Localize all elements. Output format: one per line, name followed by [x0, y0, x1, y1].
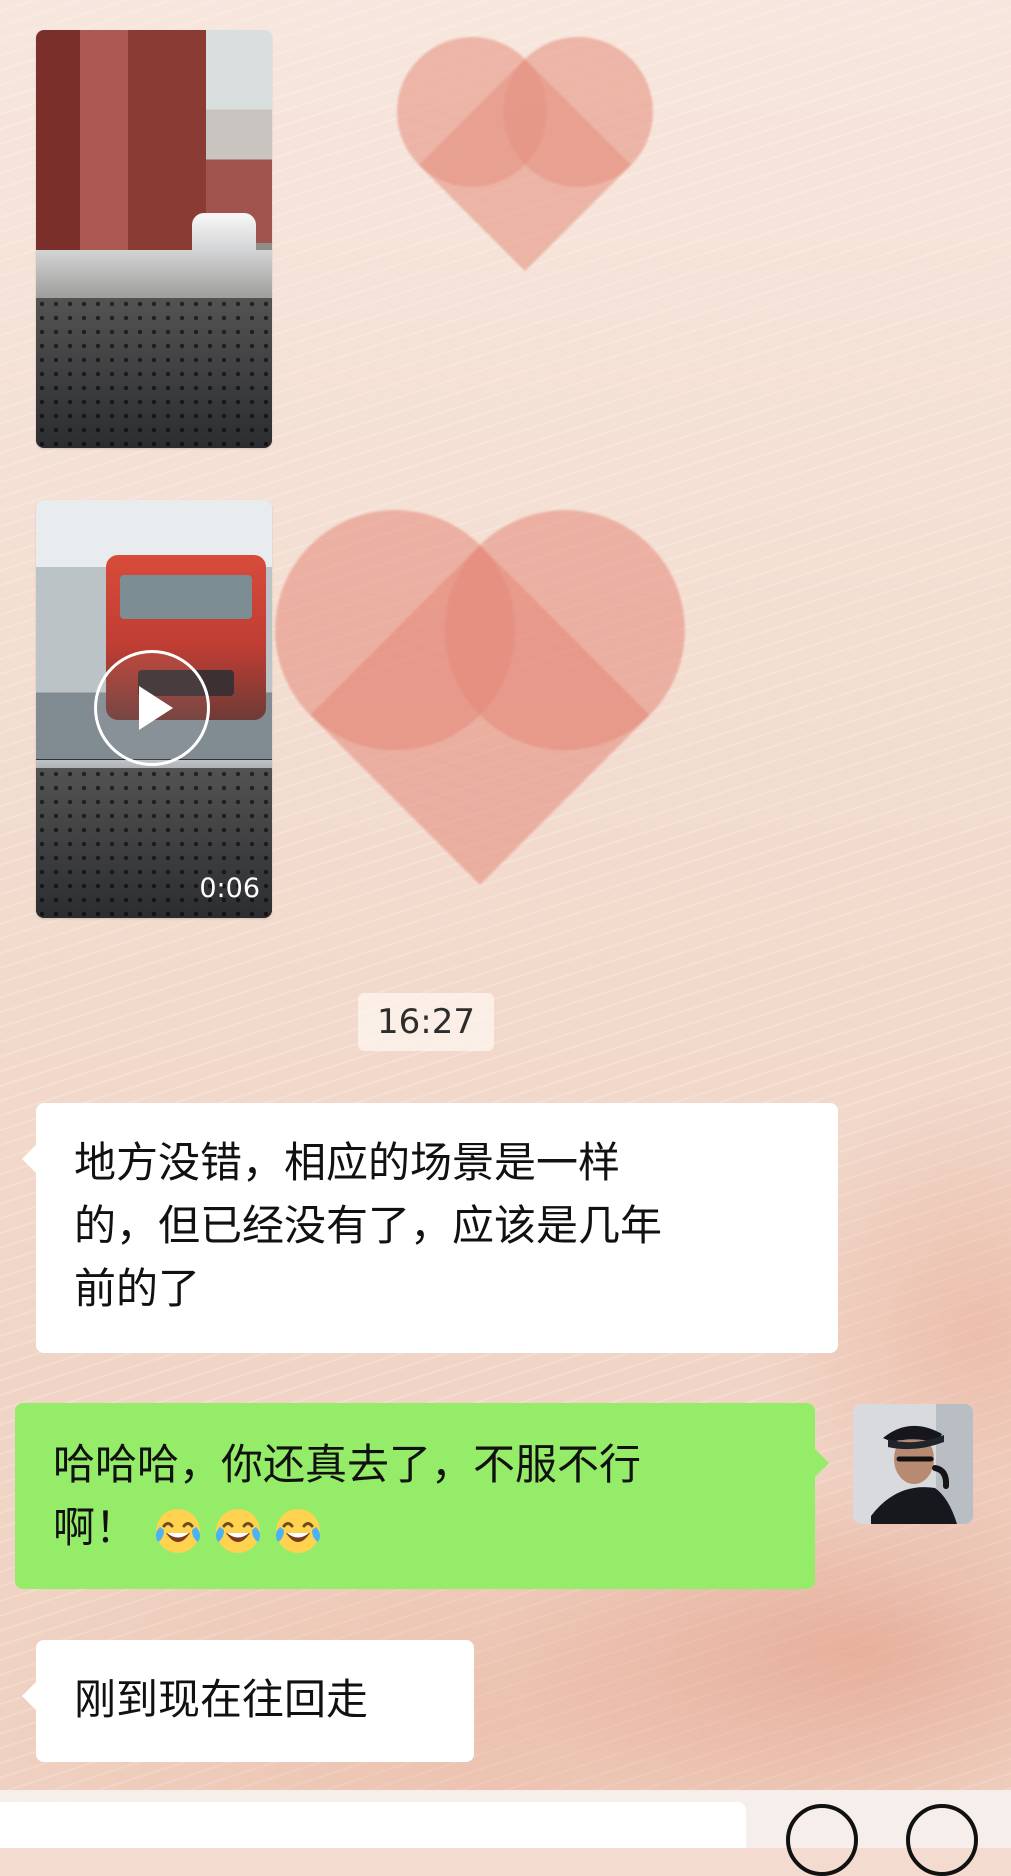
play-button[interactable] — [94, 650, 210, 766]
car-photo-area — [192, 213, 256, 255]
play-icon — [139, 686, 173, 730]
add-button[interactable] — [906, 1804, 978, 1876]
image-message[interactable] — [36, 30, 272, 448]
message-line: 哈哈哈，你还真去了，不服不行 — [53, 1440, 642, 1489]
tears-of-joy-icon — [270, 1503, 326, 1559]
message-line: 地方没错，相应的场景是一样 — [74, 1138, 621, 1187]
video-message[interactable]: 0:06 — [36, 500, 272, 918]
message-line: 前的了 — [74, 1264, 201, 1313]
message-line: 刚到现在往回走 — [74, 1675, 369, 1724]
chat-timestamp: 16:27 — [358, 993, 494, 1051]
building-photo-area — [36, 30, 206, 255]
message-line: 的，但已经没有了，应该是几年 — [74, 1201, 663, 1250]
tears-of-joy-icon — [210, 1503, 266, 1559]
emoji-button[interactable] — [786, 1804, 858, 1876]
dashboard-photo-area — [36, 298, 272, 448]
emoji-group — [150, 1503, 326, 1559]
avatar[interactable] — [853, 1404, 973, 1524]
message-line: 啊！ — [53, 1496, 781, 1559]
message-input[interactable] — [0, 1802, 746, 1848]
video-duration: 0:06 — [199, 873, 260, 904]
incoming-message-bubble[interactable]: 刚到现在往回走 — [22, 1640, 474, 1762]
outgoing-message-bubble[interactable]: 哈哈哈，你还真去了，不服不行 啊！ — [15, 1403, 829, 1589]
incoming-message-bubble[interactable]: 地方没错，相应的场景是一样 的，但已经没有了，应该是几年 前的了 — [22, 1103, 838, 1353]
chat-input-bar — [0, 1790, 1011, 1876]
tears-of-joy-icon — [150, 1503, 206, 1559]
message-text: 啊！ — [53, 1503, 138, 1552]
